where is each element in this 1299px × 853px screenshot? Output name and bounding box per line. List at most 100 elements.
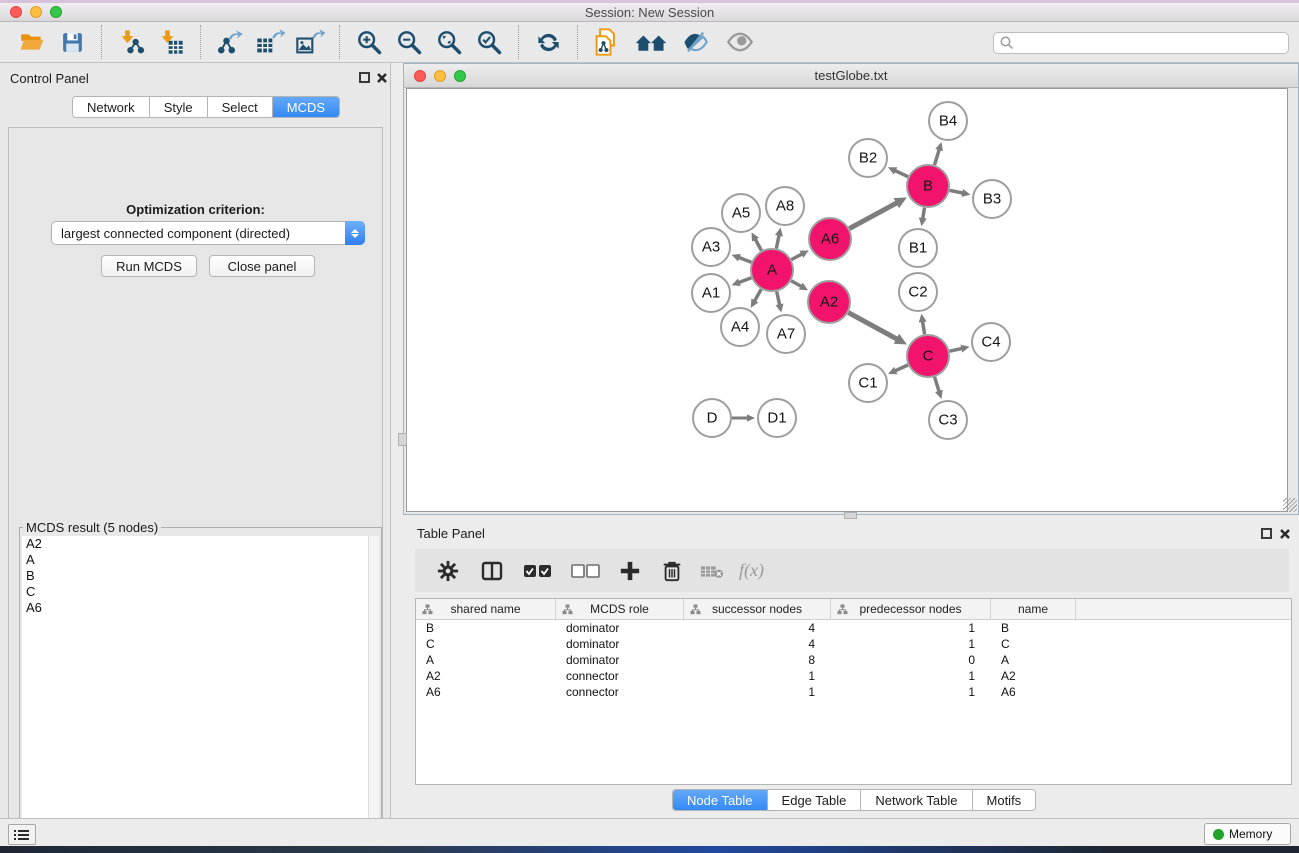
tab-network-table[interactable]: Network Table xyxy=(861,790,972,810)
column-header-name[interactable]: name xyxy=(991,599,1076,619)
tab-mcds[interactable]: MCDS xyxy=(273,97,339,117)
tab-style[interactable]: Style xyxy=(150,97,208,117)
tab-motifs[interactable]: Motifs xyxy=(973,790,1036,810)
result-item-c[interactable]: C xyxy=(22,584,370,600)
edge-C-C1[interactable] xyxy=(894,365,908,371)
duplicate-network-icon[interactable] xyxy=(592,26,622,58)
cell-shared-name[interactable]: A xyxy=(416,652,556,668)
node-table[interactable]: shared nameMCDS rolesuccessor nodesprede… xyxy=(415,598,1292,785)
edge-C-C3[interactable] xyxy=(935,377,940,393)
cell-predecessor-nodes[interactable]: 1 xyxy=(831,668,991,684)
column-header-shared-name[interactable]: shared name xyxy=(416,599,556,619)
network-window-titlebar[interactable]: testGlobe.txt xyxy=(404,64,1298,88)
import-table-icon[interactable] xyxy=(156,26,186,58)
cell-predecessor-nodes[interactable]: 1 xyxy=(831,684,991,700)
tab-edge-table[interactable]: Edge Table xyxy=(768,790,862,810)
close-panel-button[interactable]: Close panel xyxy=(209,255,315,277)
result-item-a6[interactable]: A6 xyxy=(22,600,370,616)
cell-name[interactable]: A6 xyxy=(991,684,1076,700)
result-item-b[interactable]: B xyxy=(22,568,370,584)
edge-A6-B[interactable] xyxy=(849,202,898,228)
mcds-result-list[interactable]: A2ABCA6 xyxy=(22,536,370,853)
tab-network[interactable]: Network xyxy=(73,97,150,117)
home-layout-icon[interactable] xyxy=(632,26,670,58)
list-scrollbar[interactable] xyxy=(368,536,379,853)
zoom-in-icon[interactable] xyxy=(354,26,384,58)
export-image-icon[interactable] xyxy=(295,26,325,58)
zoom-fit-icon[interactable] xyxy=(434,26,464,58)
result-item-a2[interactable]: A2 xyxy=(22,536,370,552)
task-history-button[interactable] xyxy=(8,824,36,845)
run-mcds-button[interactable]: Run MCDS xyxy=(101,255,197,277)
cell-name[interactable]: A xyxy=(991,652,1076,668)
function-builder-icon[interactable]: f(x) xyxy=(739,560,764,581)
add-column-icon[interactable] xyxy=(617,558,643,584)
cell-mcds-role[interactable]: connector xyxy=(556,684,684,700)
result-item-a[interactable]: A xyxy=(22,552,370,568)
network-canvas[interactable]: B4B2BB3B1A5A8A6A3AA1C2A4A7A2C4CC1C3DD1 xyxy=(406,88,1288,512)
delete-table-icon[interactable] xyxy=(699,558,725,584)
cell-mcds-role[interactable]: dominator xyxy=(556,620,684,636)
deselect-all-checkboxes-icon[interactable] xyxy=(569,558,603,584)
cell-name[interactable]: C xyxy=(991,636,1076,652)
cell-mcds-role[interactable]: connector xyxy=(556,668,684,684)
search-field[interactable] xyxy=(993,32,1289,54)
edge-A-A6[interactable] xyxy=(791,253,803,259)
horizontal-divider-grip[interactable] xyxy=(844,512,857,519)
edge-A-A1[interactable] xyxy=(738,278,752,283)
close-panel-icon[interactable] xyxy=(376,72,388,84)
cell-successor-nodes[interactable]: 1 xyxy=(684,668,831,684)
edge-A-A3[interactable] xyxy=(738,257,752,262)
export-network-icon[interactable] xyxy=(215,26,245,58)
edge-C-C4[interactable] xyxy=(949,348,963,351)
column-header-mcds-role[interactable]: MCDS role xyxy=(556,599,684,619)
table-row[interactable]: Bdominator41B xyxy=(416,620,1291,636)
zoom-out-icon[interactable] xyxy=(394,26,424,58)
edge-B-B4[interactable] xyxy=(934,148,939,165)
table-row[interactable]: A2connector11A2 xyxy=(416,668,1291,684)
cell-successor-nodes[interactable]: 8 xyxy=(684,652,831,668)
delete-column-icon[interactable] xyxy=(659,558,685,584)
close-table-panel-icon[interactable] xyxy=(1279,528,1291,540)
float-panel-icon[interactable] xyxy=(359,72,370,83)
search-input[interactable] xyxy=(1015,34,1288,52)
export-table-icon[interactable] xyxy=(255,26,285,58)
edge-A-A7[interactable] xyxy=(777,291,780,306)
cell-predecessor-nodes[interactable]: 0 xyxy=(831,652,991,668)
cell-name[interactable]: B xyxy=(991,620,1076,636)
edge-A-A4[interactable] xyxy=(754,289,761,302)
resize-grip-icon[interactable] xyxy=(1283,498,1297,512)
cell-mcds-role[interactable]: dominator xyxy=(556,636,684,652)
cell-name[interactable]: A2 xyxy=(991,668,1076,684)
vertical-divider-grip[interactable] xyxy=(398,433,407,446)
table-row[interactable]: Adominator80A xyxy=(416,652,1291,668)
table-row[interactable]: Cdominator41C xyxy=(416,636,1291,652)
show-eye-icon[interactable] xyxy=(725,26,755,58)
cell-predecessor-nodes[interactable]: 1 xyxy=(831,636,991,652)
edge-B-B3[interactable] xyxy=(950,190,965,193)
float-table-panel-icon[interactable] xyxy=(1261,528,1272,539)
network-graph[interactable]: B4B2BB3B1A5A8A6A3AA1C2A4A7A2C4CC1C3DD1 xyxy=(407,89,1289,513)
open-session-icon[interactable] xyxy=(17,26,47,58)
save-session-icon[interactable] xyxy=(57,26,87,58)
hide-panels-icon[interactable] xyxy=(680,26,710,58)
edge-C-C2[interactable] xyxy=(922,320,924,334)
tab-node-table[interactable]: Node Table xyxy=(673,790,768,810)
column-header-predecessor-nodes[interactable]: predecessor nodes xyxy=(831,599,991,619)
edge-A-A8[interactable] xyxy=(776,234,779,249)
column-header-successor-nodes[interactable]: successor nodes xyxy=(684,599,831,619)
table-row[interactable]: A6connector11A6 xyxy=(416,684,1291,700)
cell-predecessor-nodes[interactable]: 1 xyxy=(831,620,991,636)
tab-select[interactable]: Select xyxy=(208,97,273,117)
cell-shared-name[interactable]: A6 xyxy=(416,684,556,700)
cell-successor-nodes[interactable]: 4 xyxy=(684,636,831,652)
cell-shared-name[interactable]: B xyxy=(416,620,556,636)
zoom-selected-icon[interactable] xyxy=(474,26,504,58)
settings-gear-icon[interactable] xyxy=(435,558,461,584)
criterion-dropdown[interactable]: largest connected component (directed) xyxy=(51,221,365,245)
cell-shared-name[interactable]: A2 xyxy=(416,668,556,684)
edge-A2-C[interactable] xyxy=(848,313,898,340)
cell-successor-nodes[interactable]: 1 xyxy=(684,684,831,700)
edge-B-B2[interactable] xyxy=(894,170,908,177)
select-all-checkboxes-icon[interactable] xyxy=(521,558,555,584)
